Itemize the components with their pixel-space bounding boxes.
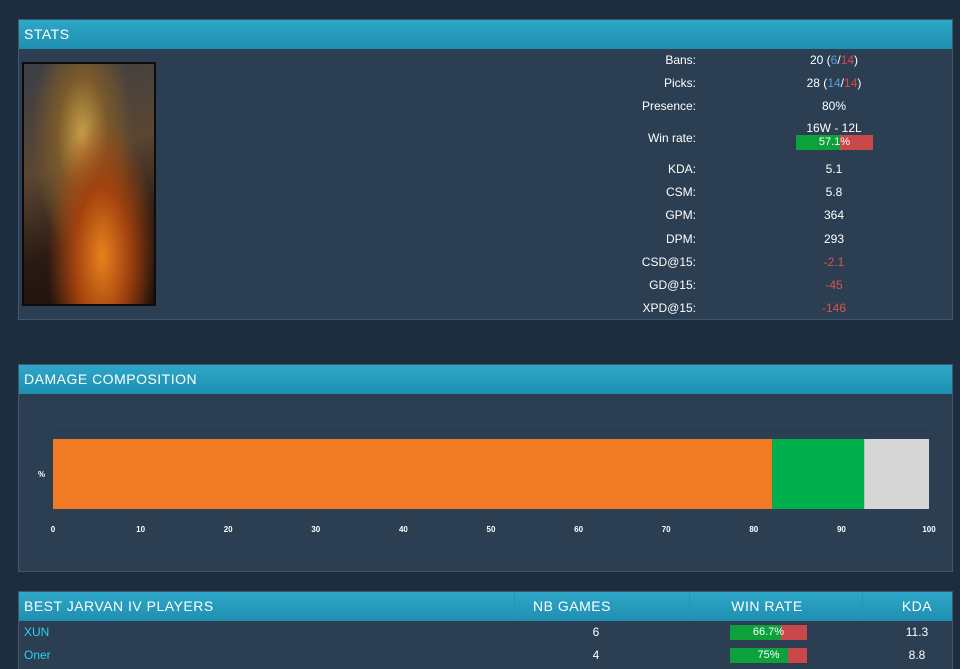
player-name-link[interactable]: Oner [24, 644, 51, 667]
stat-value: -146 [821, 301, 847, 315]
header-divider [862, 592, 863, 621]
stat-label: CSD@15: [641, 255, 696, 269]
stat-label: GD@15: [649, 278, 696, 292]
player-winrate-text: 75% [757, 649, 780, 661]
player-row: XUN 6 66.7% 11.3 [19, 621, 952, 644]
x-tick-label: 90 [837, 525, 846, 534]
damage-segment-1[interactable] [772, 439, 865, 509]
col-nb-games[interactable]: NB GAMES [512, 592, 632, 621]
x-tick-label: 100 [922, 525, 936, 534]
winrate-record: 16W - 12L [806, 121, 862, 135]
stat-value: 5.8 [825, 185, 843, 199]
winrate-bar-text: 57.1% [818, 136, 851, 148]
player-games: 6 [592, 625, 600, 639]
stat-value: 80% [821, 99, 847, 113]
stat-label: XPD@15: [642, 301, 696, 315]
stats-panel: STATS Bans: 20 (6/14) Picks: 28 (14/14) … [18, 19, 953, 320]
stat-label: Win rate: [647, 131, 696, 145]
x-tick-label: 30 [311, 525, 320, 534]
col-win-rate[interactable]: WIN RATE [707, 592, 827, 621]
x-tick-label: 10 [136, 525, 145, 534]
stat-row-winrate: Win rate: 16W - 12L 57.1% [579, 121, 899, 155]
damage-header: DAMAGE COMPOSITION [19, 365, 952, 394]
player-games: 4 [592, 648, 600, 662]
champion-portrait [22, 62, 156, 306]
stat-label: CSM: [666, 185, 696, 199]
x-tick-label: 80 [749, 525, 758, 534]
stat-value: 293 [823, 232, 845, 246]
player-winrate-bar: 75% [730, 648, 807, 663]
damage-segment-2[interactable] [864, 439, 929, 509]
stat-value: -2.1 [823, 255, 845, 269]
best-players-panel: BEST JARVAN IV PLAYERS NB GAMES WIN RATE… [18, 591, 953, 669]
stat-label: KDA: [667, 162, 696, 176]
stat-value: 28 (14/14) [806, 76, 862, 90]
x-tick-label: 0 [51, 525, 56, 534]
players-title: BEST JARVAN IV PLAYERS [24, 598, 214, 614]
x-tick-label: 50 [487, 525, 496, 534]
players-header: BEST JARVAN IV PLAYERS NB GAMES WIN RATE… [19, 592, 952, 621]
header-divider [689, 592, 690, 621]
player-name-link[interactable]: XUN [24, 621, 49, 644]
bans-blue: 6 [830, 53, 838, 67]
x-tick-label: 20 [224, 525, 233, 534]
stat-label: Bans: [665, 53, 696, 67]
x-tick-label: 70 [662, 525, 671, 534]
stat-value: 5.1 [825, 162, 843, 176]
picks-red: 14 [844, 76, 858, 90]
damage-chart: % 0 10 20 30 40 50 60 70 80 90 100 [19, 395, 952, 573]
player-kda: 8.8 [908, 648, 926, 662]
picks-total: 28 [806, 76, 820, 90]
stat-value: 20 (6/14) [809, 53, 859, 67]
damage-chart-svg: % 0 10 20 30 40 50 60 70 80 90 100 [38, 430, 936, 534]
winrate-bar: 57.1% [796, 135, 873, 150]
stat-value: -45 [825, 278, 843, 292]
stat-label: GPM: [665, 208, 696, 222]
x-tick-label: 40 [399, 525, 408, 534]
player-kda: 11.3 [905, 625, 929, 639]
y-tick-label: % [38, 470, 45, 479]
x-tick-label: 60 [574, 525, 583, 534]
player-winrate-bar: 66.7% [730, 625, 807, 640]
stat-label: Presence: [641, 99, 696, 113]
stats-header: STATS [19, 20, 952, 49]
stat-label: Picks: [663, 76, 696, 90]
picks-blue: 14 [827, 76, 841, 90]
player-winrate-text: 66.7% [752, 626, 785, 638]
bans-total: 20 [809, 53, 824, 67]
damage-composition-panel: DAMAGE COMPOSITION % 0 10 20 30 40 50 60 70 80 90 1… [18, 364, 953, 572]
bans-red: 14 [840, 53, 855, 67]
player-row: Oner 4 75% 8.8 [19, 644, 952, 667]
stat-value: 364 [823, 208, 845, 222]
stat-label: DPM: [666, 232, 696, 246]
damage-segment-0[interactable] [53, 439, 773, 509]
col-kda[interactable]: KDA [877, 592, 957, 621]
